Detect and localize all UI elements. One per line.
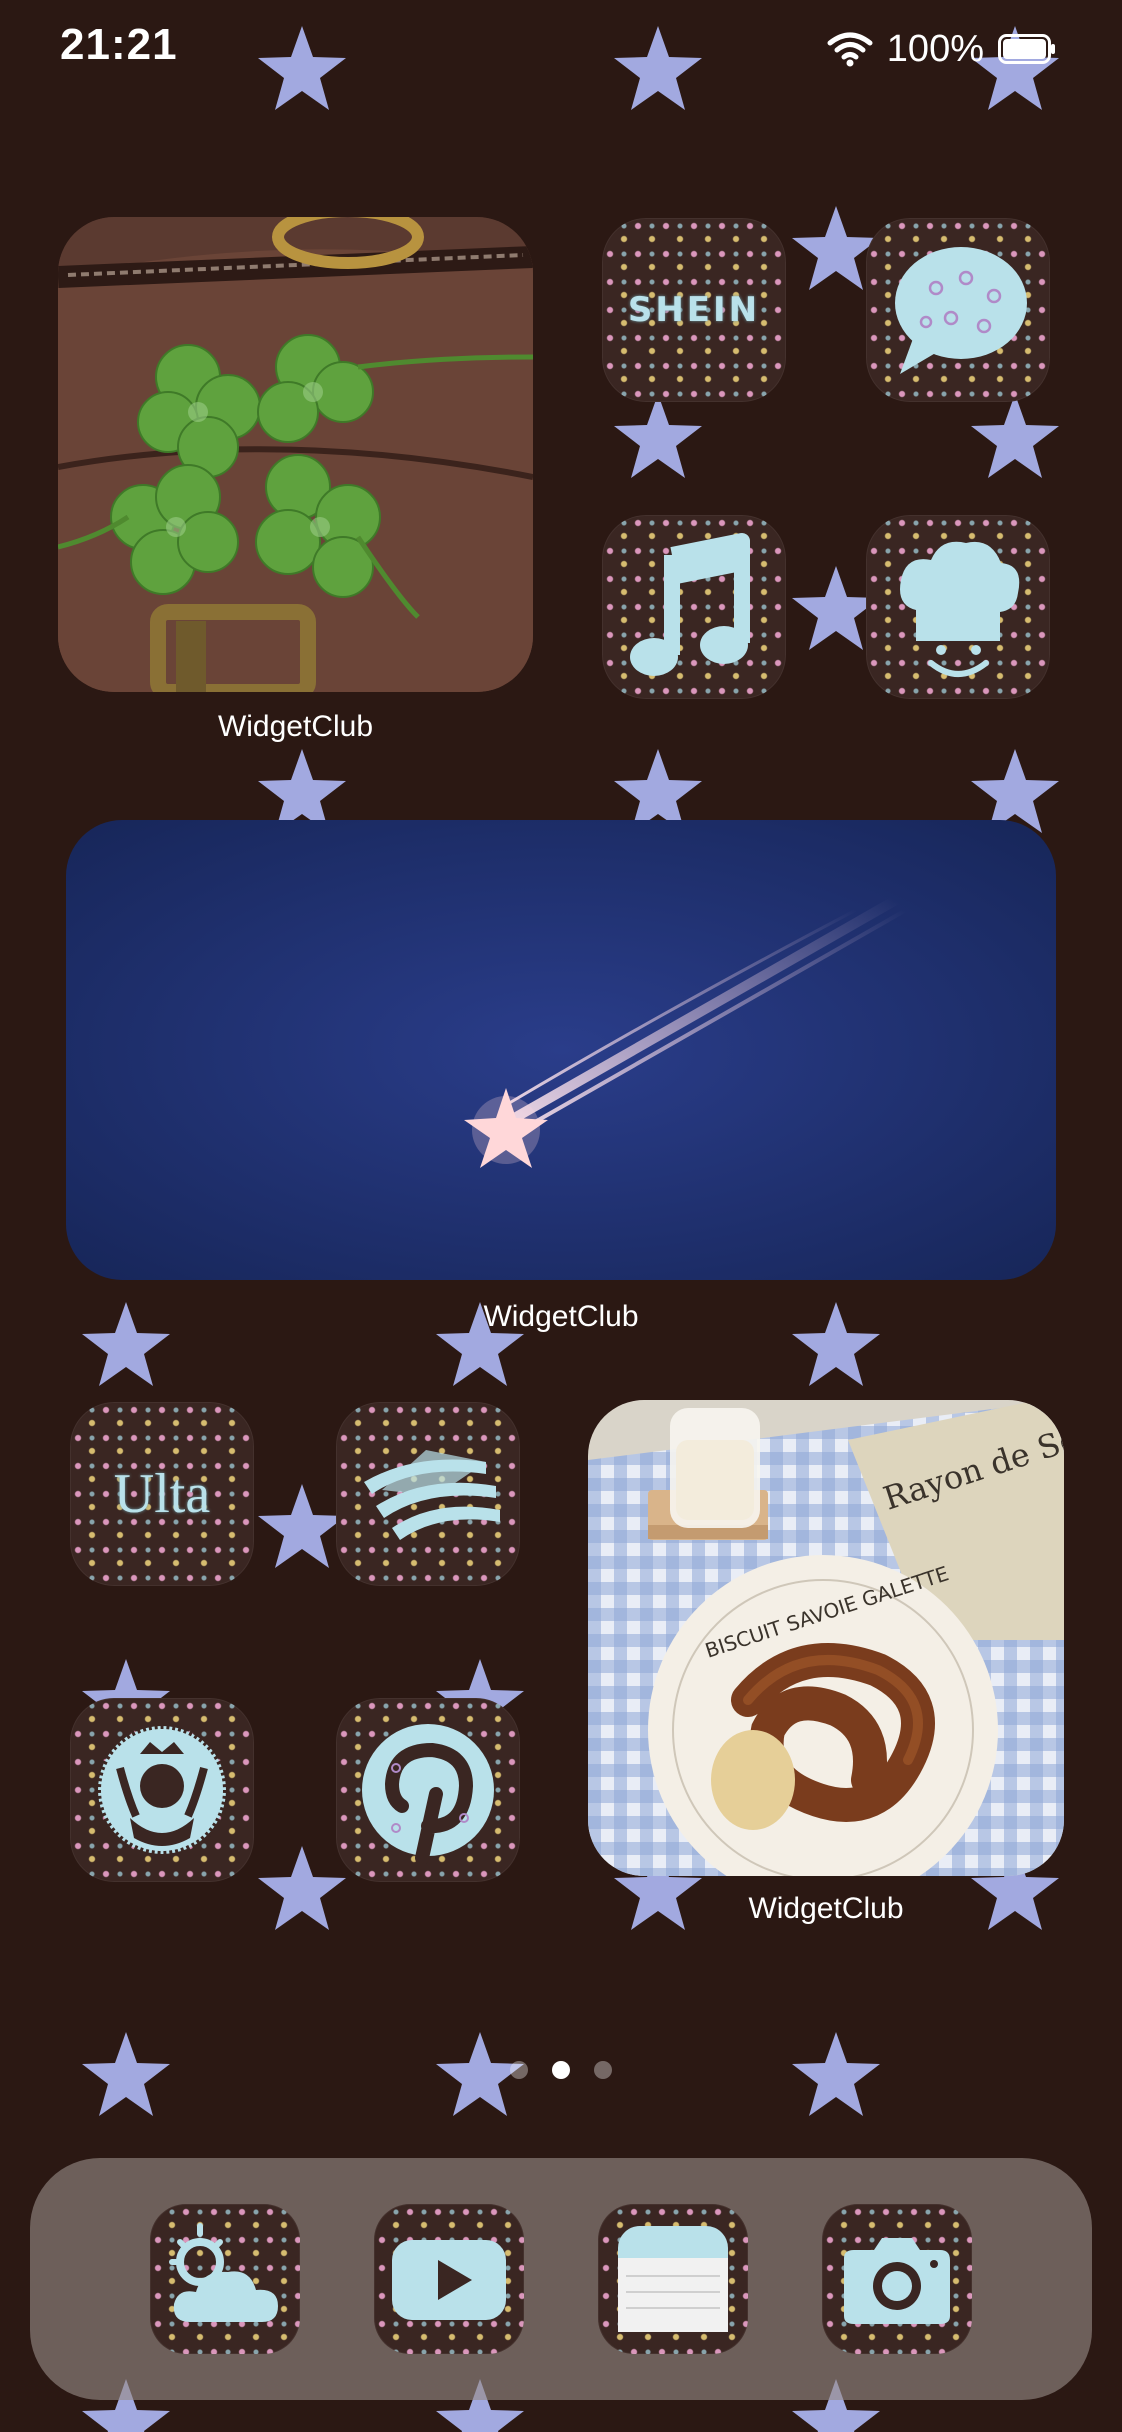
play-icon bbox=[392, 2240, 506, 2320]
chef-hat-face-icon bbox=[900, 541, 1020, 677]
widget-caption: WidgetClub bbox=[483, 1300, 639, 1333]
pinterest-icon bbox=[362, 1724, 494, 1865]
bank-app-icon[interactable] bbox=[336, 1402, 520, 1586]
bank-flag-icon bbox=[364, 1450, 500, 1540]
photo-widget-shooting-star[interactable] bbox=[66, 820, 1056, 1280]
page-dot[interactable] bbox=[510, 2061, 528, 2079]
battery-percent: 100% bbox=[886, 27, 984, 70]
pretzel-photo: Rayon de Soleil BISCUIT SAVOIE GALETTE bbox=[588, 1400, 1064, 1876]
status-indicators: 100% bbox=[827, 24, 1056, 74]
music-note-icon bbox=[630, 533, 750, 676]
clover-photo bbox=[58, 217, 533, 692]
wifi-icon bbox=[827, 32, 873, 67]
page-dot[interactable] bbox=[594, 2061, 612, 2079]
toy-story-app-icon[interactable] bbox=[866, 515, 1050, 699]
music-app-icon[interactable] bbox=[602, 515, 786, 699]
status-time: 21:21 bbox=[60, 20, 178, 69]
shooting-star-photo bbox=[66, 820, 1056, 1280]
notes-app-icon[interactable] bbox=[598, 2204, 748, 2354]
messages-app-icon[interactable] bbox=[866, 218, 1050, 402]
battery-icon bbox=[998, 34, 1055, 64]
notepad-icon bbox=[618, 2226, 728, 2332]
youtube-app-icon[interactable] bbox=[374, 2204, 524, 2354]
shein-logo-text: SHEIN bbox=[627, 290, 761, 330]
sun-cloud-icon bbox=[169, 2223, 278, 2322]
ulta-app-icon[interactable]: Ulta bbox=[70, 1402, 254, 1586]
dock bbox=[30, 2158, 1092, 2400]
camera-icon bbox=[844, 2238, 950, 2324]
speech-bubble-icon bbox=[895, 247, 1027, 374]
camera-app-icon[interactable] bbox=[822, 2204, 972, 2354]
shein-app-icon[interactable]: SHEIN bbox=[602, 218, 786, 402]
widget-caption: WidgetClub bbox=[217, 710, 374, 743]
page-dot-active[interactable] bbox=[552, 2061, 570, 2079]
photo-widget-clover[interactable] bbox=[58, 217, 533, 692]
widget-caption: WidgetClub bbox=[748, 1892, 904, 1925]
photo-widget-pretzel[interactable]: Rayon de Soleil BISCUIT SAVOIE GALETTE bbox=[588, 1400, 1064, 1876]
ulta-logo-text: Ulta bbox=[113, 1463, 211, 1525]
starbucks-app-icon[interactable] bbox=[70, 1698, 254, 1882]
weather-app-icon[interactable] bbox=[150, 2204, 300, 2354]
pinterest-app-icon[interactable] bbox=[336, 1698, 520, 1882]
siren-icon bbox=[95, 1723, 229, 1857]
